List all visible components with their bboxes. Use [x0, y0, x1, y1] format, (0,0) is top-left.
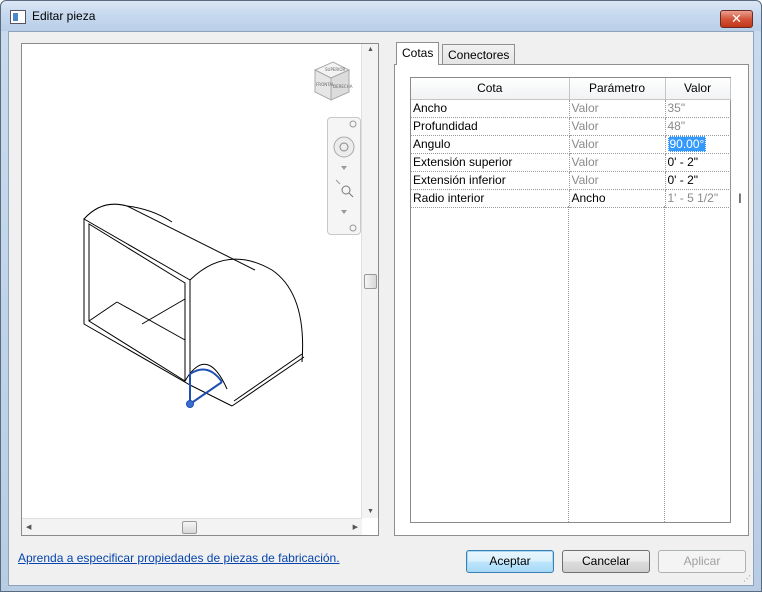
column-header-parametro[interactable]: Parámetro	[569, 78, 666, 100]
viewcube-right-label: DERECHA	[333, 84, 353, 89]
valor-edit-field[interactable]: 90.00°	[665, 135, 731, 154]
valor-cell[interactable]: 0' - 2"	[665, 153, 731, 172]
table-row[interactable]: Extensión inferior Valor 0' - 2"	[411, 171, 731, 190]
parametro-cell[interactable]: Valor	[569, 99, 666, 118]
cota-cell: Ancho	[411, 99, 570, 118]
column-header-cota[interactable]: Cota	[411, 78, 570, 100]
cotas-panel: Cota Parámetro Valor Ancho Valor 35" Pro…	[394, 64, 749, 536]
app-window-icon	[10, 10, 26, 24]
grid-column-divider	[568, 206, 569, 522]
viewcube-icon[interactable]: SUPERIOR FRONTAL DERECHA	[305, 56, 355, 106]
table-row[interactable]: Extensión superior Valor 0' - 2"	[411, 153, 731, 172]
help-link[interactable]: Aprenda a especificar propiedades de pie…	[18, 551, 340, 565]
parametro-cell[interactable]: Valor	[569, 117, 666, 136]
grid-column-divider	[664, 206, 665, 522]
navbar-close-icon	[349, 120, 357, 128]
tab-conectores[interactable]: Conectores	[442, 44, 516, 65]
vertical-scroll-thumb[interactable]	[364, 274, 377, 289]
scroll-up-icon[interactable]: ▲	[367, 46, 374, 53]
cota-cell: Extensión inferior	[411, 171, 570, 190]
chevron-down-icon	[341, 166, 347, 170]
table-row[interactable]: Radio interior Ancho 1' - 5 1/2"	[411, 189, 731, 208]
part-preview-viewport[interactable]: SUPERIOR FRONTAL DERECHA ▲ ▼ ◀ ▶	[21, 43, 379, 536]
horizontal-scrollbar[interactable]: ◀ ▶	[22, 518, 362, 535]
column-header-valor[interactable]: Valor	[665, 78, 731, 100]
steering-wheel-icon[interactable]	[333, 136, 355, 158]
apply-button[interactable]: Aplicar	[658, 550, 746, 573]
table-row[interactable]: Profundidad Valor 48"	[411, 117, 731, 136]
valor-cell[interactable]: 48"	[665, 117, 731, 136]
scroll-left-icon[interactable]: ◀	[26, 523, 31, 531]
horizontal-scroll-thumb[interactable]	[182, 521, 197, 534]
close-icon: ✕	[731, 11, 742, 26]
vertical-scrollbar[interactable]: ▲ ▼	[361, 44, 378, 518]
parametro-cell[interactable]: Valor	[569, 135, 666, 154]
selected-value-text[interactable]: 90.00°	[667, 136, 707, 152]
valor-cell[interactable]: 35"	[665, 99, 731, 118]
title-bar[interactable]: Editar pieza ✕	[1, 1, 761, 31]
close-button[interactable]: ✕	[720, 10, 753, 28]
parametro-cell[interactable]: Valor	[569, 171, 666, 190]
valor-cell[interactable]: 1' - 5 1/2"	[665, 189, 731, 208]
resize-grip-icon[interactable]: ⋰	[743, 574, 751, 583]
part-geometry	[83, 203, 305, 408]
parametro-cell[interactable]: Ancho	[569, 189, 666, 208]
zoom-extents-icon[interactable]	[335, 179, 354, 198]
chevron-down-icon	[341, 210, 347, 214]
cota-cell: Angulo	[411, 135, 570, 154]
parametro-cell[interactable]: Valor	[569, 153, 666, 172]
viewcube-top-label: SUPERIOR	[325, 67, 346, 72]
text-cursor-icon: I	[738, 190, 742, 206]
dimensions-grid: Cota Parámetro Valor Ancho Valor 35" Pro…	[410, 77, 742, 523]
table-row[interactable]: Ancho Valor 35"	[411, 99, 731, 118]
cancel-button[interactable]: Cancelar	[562, 550, 650, 573]
cota-cell: Profundidad	[411, 117, 570, 136]
dialog-window: Editar pieza ✕ SUPERIOR FRONTAL DERECHA …	[0, 0, 762, 592]
table-row[interactable]: Angulo Valor 90.00°	[411, 135, 731, 154]
cota-cell: Extensión superior	[411, 153, 570, 172]
window-title: Editar pieza	[32, 9, 96, 23]
dialog-client: SUPERIOR FRONTAL DERECHA ▲ ▼ ◀ ▶ Cotas C…	[8, 31, 754, 586]
scroll-right-icon[interactable]: ▶	[353, 523, 358, 531]
navigation-bar-tools	[333, 120, 357, 232]
accept-button[interactable]: Aceptar	[466, 550, 554, 573]
navigation-bar	[327, 117, 361, 235]
valor-cell[interactable]: 0' - 2"	[665, 171, 731, 190]
scroll-down-icon[interactable]: ▼	[367, 508, 374, 515]
grid-header-row: Cota Parámetro Valor	[411, 78, 731, 100]
cota-cell: Radio interior	[411, 189, 570, 208]
tab-cotas[interactable]: Cotas	[396, 42, 440, 65]
